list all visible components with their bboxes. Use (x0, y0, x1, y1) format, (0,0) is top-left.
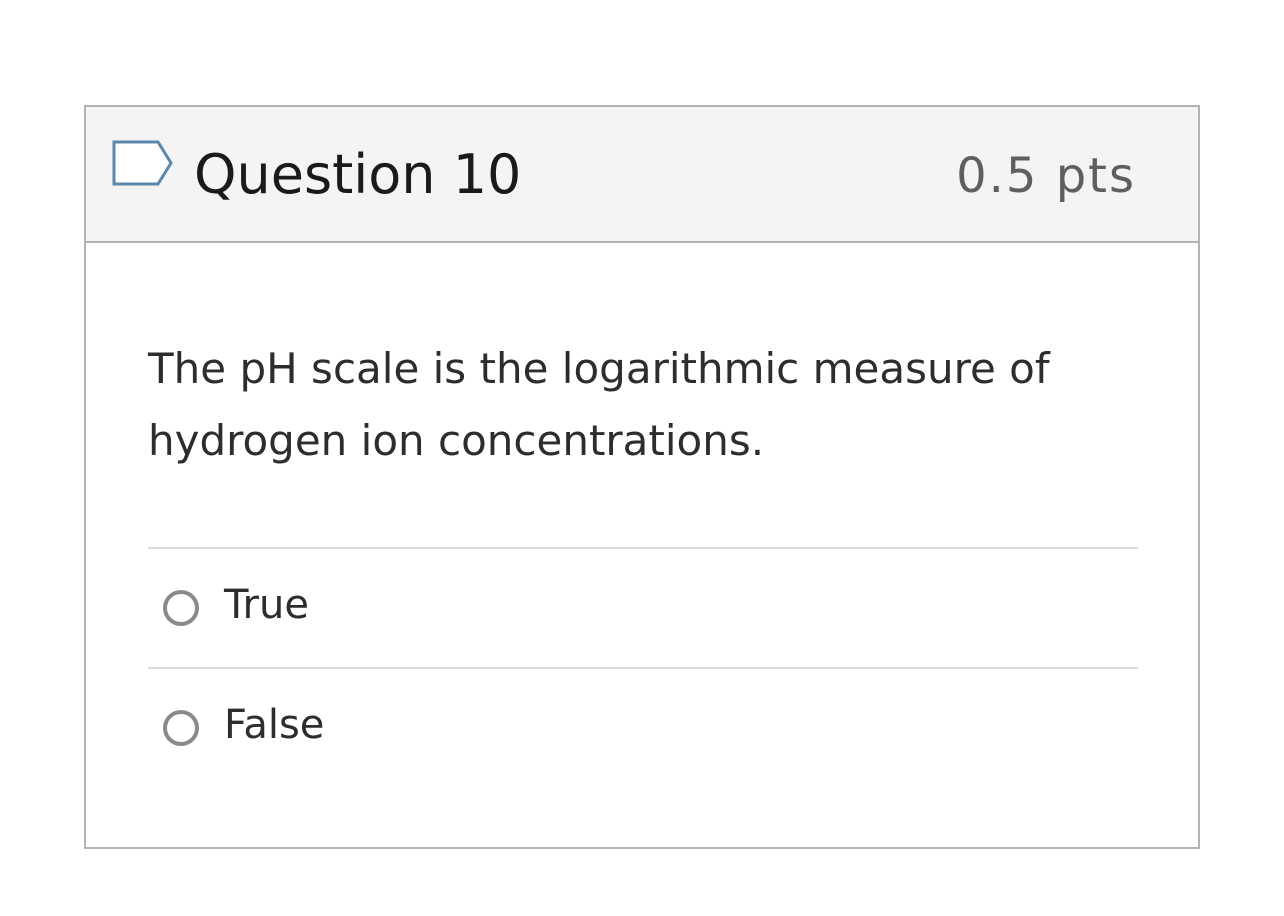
answer-option-true[interactable]: True (148, 549, 1138, 667)
radio-button-icon[interactable] (163, 710, 199, 746)
question-header: Question 10 0.5 pts (86, 107, 1198, 243)
answer-label-false[interactable]: False (224, 699, 324, 751)
question-points: 0.5 pts (956, 148, 1136, 204)
answer-label-true[interactable]: True (224, 579, 309, 631)
flag-question-icon[interactable] (111, 139, 175, 189)
answer-list: True False (148, 547, 1138, 787)
question-text: The pH scale is the logarithmic measure … (148, 344, 1050, 465)
radio-button-icon[interactable] (163, 590, 199, 626)
question-card: Question 10 0.5 pts The pH scale is the … (84, 105, 1200, 849)
question-title: Question 10 (194, 143, 522, 206)
answer-option-false[interactable]: False (148, 669, 1138, 787)
